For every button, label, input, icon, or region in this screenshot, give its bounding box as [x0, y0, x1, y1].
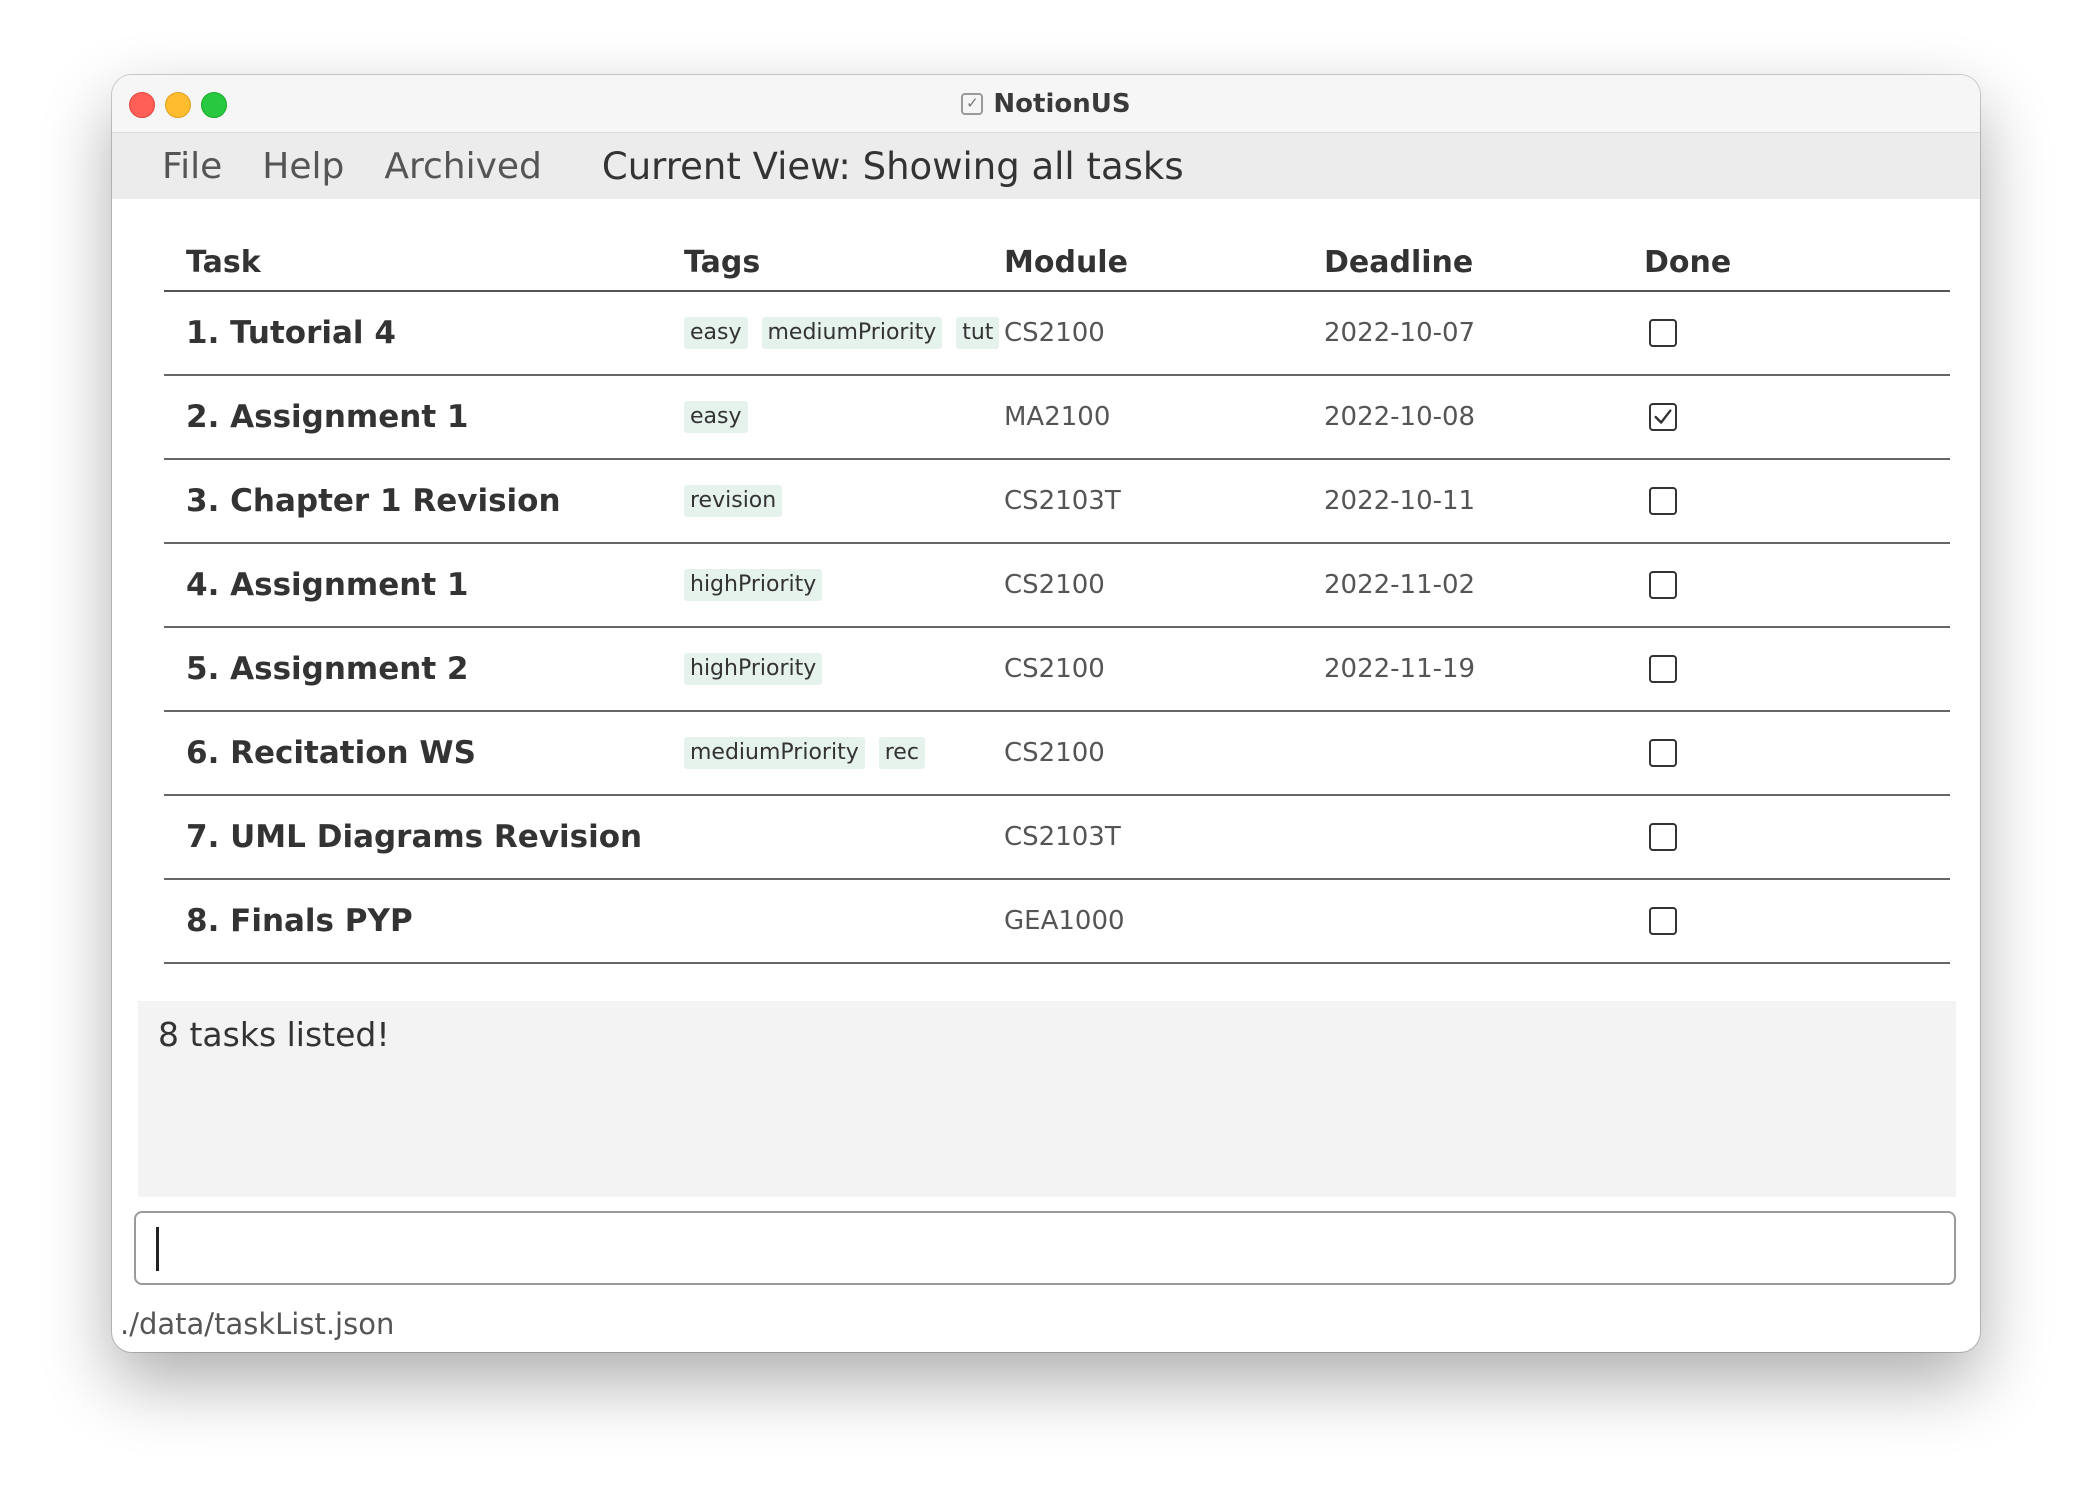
table-row[interactable]: 8. Finals PYP GEA1000: [164, 880, 1950, 964]
task-tags: easy: [684, 401, 1004, 433]
header-tags[interactable]: Tags: [684, 245, 1004, 280]
task-done-cell: [1644, 487, 1944, 515]
header-done[interactable]: Done: [1644, 245, 1944, 280]
task-done-cell: [1644, 907, 1944, 935]
done-checkbox[interactable]: [1649, 403, 1677, 431]
app-window: ✓ NotionUS File Help Archived Current Vi…: [112, 75, 1980, 1352]
tag-chip: highPriority: [684, 653, 823, 685]
table-body: 1. Tutorial 4 easy mediumPriority tut CS2100…: [164, 292, 1950, 964]
title-group: ✓ NotionUS: [112, 75, 1980, 132]
task-done-cell: [1644, 319, 1944, 347]
menu-help[interactable]: Help: [262, 146, 344, 187]
task-module: MA2100: [1004, 402, 1111, 432]
task-tags: highPriority: [684, 653, 1004, 685]
header-deadline[interactable]: Deadline: [1324, 245, 1644, 280]
task-tags: highPriority: [684, 569, 1004, 601]
tag-chip: easy: [684, 401, 748, 433]
result-message: 8 tasks listed!: [158, 1015, 390, 1054]
task-name: 6. Recitation WS: [186, 735, 476, 771]
done-checkbox[interactable]: [1649, 907, 1677, 935]
check-icon: [1654, 409, 1672, 424]
task-tags: mediumPriority rec: [684, 737, 1004, 769]
task-name: 3. Chapter 1 Revision: [186, 483, 561, 519]
table-row[interactable]: 1. Tutorial 4 easy mediumPriority tut CS2100…: [164, 292, 1950, 376]
done-checkbox[interactable]: [1649, 739, 1677, 767]
title-bar[interactable]: ✓ NotionUS: [112, 75, 1980, 133]
task-done-cell: [1644, 403, 1944, 431]
done-checkbox[interactable]: [1649, 319, 1677, 347]
table-row[interactable]: 3. Chapter 1 Revision revision CS2103T 2022…: [164, 460, 1950, 544]
task-done-cell: [1644, 655, 1944, 683]
task-deadline: 2022-10-08: [1324, 402, 1476, 432]
tag-chip: tut: [956, 317, 1000, 349]
task-done-cell: [1644, 823, 1944, 851]
menu-bar: File Help Archived Current View: Showing…: [112, 133, 1980, 199]
done-checkbox[interactable]: [1649, 487, 1677, 515]
task-name: 7. UML Diagrams Revision: [186, 819, 643, 855]
task-deadline: 2022-10-11: [1324, 486, 1476, 516]
task-module: CS2103T: [1004, 822, 1121, 852]
task-module: CS2100: [1004, 738, 1105, 768]
command-input[interactable]: [134, 1211, 1956, 1285]
task-table: Task Tags Module Deadline Done 1. Tutori…: [164, 199, 1950, 964]
tag-chip: rec: [878, 737, 925, 769]
table-row[interactable]: 4. Assignment 1 highPriority CS2100 2022-11…: [164, 544, 1950, 628]
tag-chip: revision: [684, 485, 783, 517]
task-module: CS2103T: [1004, 486, 1121, 516]
task-tags: revision: [684, 485, 1004, 517]
task-name: 4. Assignment 1: [186, 567, 469, 603]
header-task[interactable]: Task: [164, 245, 684, 280]
task-deadline: 2022-11-19: [1324, 654, 1476, 684]
done-checkbox[interactable]: [1649, 571, 1677, 599]
task-name: 5. Assignment 2: [186, 651, 469, 687]
task-module: CS2100: [1004, 318, 1105, 348]
task-tags: easy mediumPriority tut: [684, 317, 1004, 349]
tag-chip: mediumPriority: [761, 317, 943, 349]
task-name: 2. Assignment 1: [186, 399, 469, 435]
window-title: NotionUS: [993, 88, 1131, 119]
table-header: Task Tags Module Deadline Done: [164, 199, 1950, 292]
table-row[interactable]: 2. Assignment 1 easy MA2100 2022-10-08: [164, 376, 1950, 460]
done-checkbox[interactable]: [1649, 655, 1677, 683]
menu-archived[interactable]: Archived: [384, 146, 542, 187]
header-module[interactable]: Module: [1004, 245, 1324, 280]
task-done-cell: [1644, 739, 1944, 767]
table-row[interactable]: 5. Assignment 2 highPriority CS2100 2022-11…: [164, 628, 1950, 712]
task-deadline: 2022-11-02: [1324, 570, 1476, 600]
done-checkbox[interactable]: [1649, 823, 1677, 851]
task-module: CS2100: [1004, 654, 1105, 684]
task-name: 8. Finals PYP: [186, 903, 413, 939]
task-done-cell: [1644, 571, 1944, 599]
result-display: 8 tasks listed!: [138, 1001, 1956, 1197]
task-deadline: 2022-10-07: [1324, 318, 1476, 348]
app-checklist-icon: ✓: [961, 92, 984, 115]
task-module: CS2100: [1004, 570, 1105, 600]
table-row[interactable]: 6. Recitation WS mediumPriority rec CS2100: [164, 712, 1950, 796]
tag-chip: easy: [684, 317, 748, 349]
task-name: 1. Tutorial 4: [186, 315, 396, 351]
menu-file[interactable]: File: [162, 146, 222, 187]
table-row[interactable]: 7. UML Diagrams Revision CS2103T: [164, 796, 1950, 880]
tag-chip: mediumPriority: [684, 737, 865, 769]
current-view-label: Current View: Showing all tasks: [601, 144, 1184, 188]
task-module: GEA1000: [1004, 906, 1125, 936]
text-caret: [156, 1227, 159, 1271]
status-bar-file-path: ./data/taskList.json: [120, 1307, 395, 1341]
tag-chip: highPriority: [684, 569, 823, 601]
